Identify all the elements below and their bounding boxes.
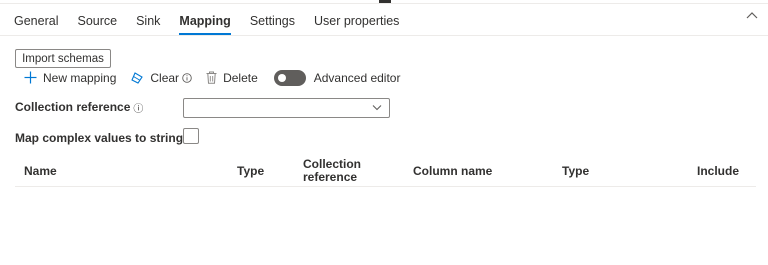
- tab-sink[interactable]: Sink: [136, 13, 160, 35]
- mapping-grid-header: Name Type Collection reference Column na…: [15, 156, 756, 187]
- info-icon[interactable]: ⓘ: [133, 100, 143, 115]
- column-header-include: Include: [697, 164, 740, 178]
- column-header-type: Type: [237, 164, 265, 178]
- tab-source[interactable]: Source: [77, 13, 117, 35]
- tab-general[interactable]: General: [14, 13, 58, 35]
- collection-reference-dropdown[interactable]: [183, 98, 390, 118]
- info-icon[interactable]: [182, 72, 192, 83]
- new-mapping-label: New mapping: [43, 70, 117, 85]
- clear-button[interactable]: Clear: [130, 71, 192, 85]
- collection-reference-label: Collection reference ⓘ: [15, 100, 143, 115]
- panel-top-border: [0, 3, 768, 4]
- chevron-up-icon[interactable]: [746, 11, 758, 21]
- column-header-name: Name: [24, 164, 57, 178]
- new-mapping-button[interactable]: New mapping: [24, 71, 116, 85]
- plus-icon: [24, 71, 37, 84]
- tab-bar: General Source Sink Mapping Settings Use…: [14, 13, 418, 35]
- column-header-collection-reference: Collection reference: [303, 157, 362, 184]
- mapping-toolbar: New mapping Clear Delete Advanced editor: [24, 69, 400, 86]
- eraser-icon: [131, 71, 144, 84]
- map-complex-values-label: Map complex values to string: [15, 131, 184, 145]
- tab-user-properties[interactable]: User properties: [314, 13, 399, 35]
- column-header-column-name: Column name: [413, 164, 493, 178]
- clear-label: Clear: [150, 70, 180, 85]
- advanced-editor-toggle[interactable]: [273, 69, 306, 86]
- tab-bar-divider: [0, 35, 768, 36]
- column-header-sink-type: Type: [562, 164, 590, 178]
- trash-icon: [206, 71, 217, 84]
- chevron-down-icon: [372, 105, 382, 111]
- toggle-knob: [277, 73, 286, 82]
- delete-button[interactable]: Delete: [206, 71, 258, 85]
- collection-reference-text: Collection reference: [15, 100, 131, 114]
- advanced-editor-label: Advanced editor: [313, 70, 401, 85]
- delete-label: Delete: [223, 70, 258, 85]
- tab-mapping[interactable]: Mapping: [179, 13, 232, 35]
- tab-settings[interactable]: Settings: [250, 13, 295, 35]
- import-schemas-button[interactable]: Import schemas: [15, 49, 111, 68]
- map-complex-values-checkbox[interactable]: [183, 128, 199, 144]
